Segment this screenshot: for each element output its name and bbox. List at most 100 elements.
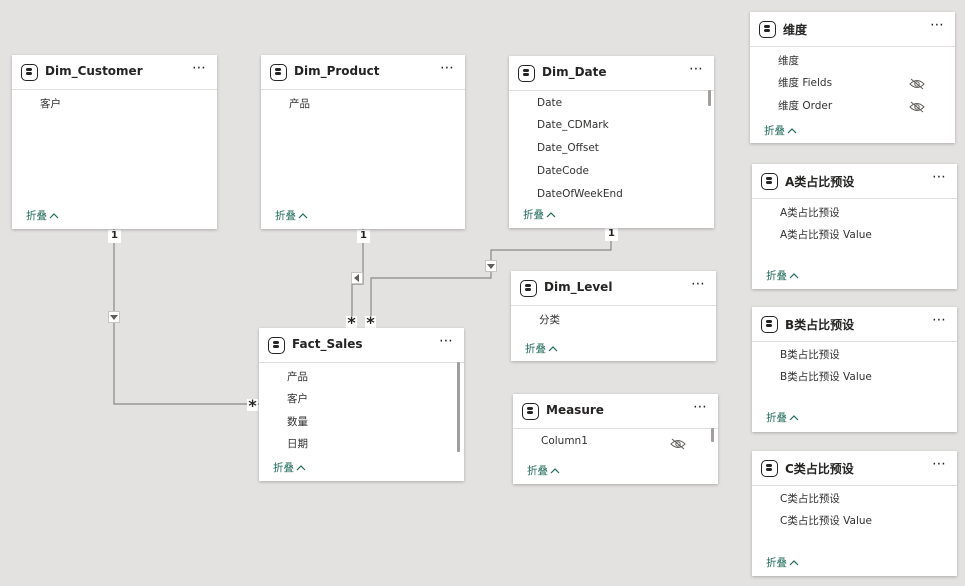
field-item[interactable]: 维度 Fields	[778, 75, 832, 90]
table-card-header[interactable]: Dim_Product ⋯	[261, 55, 465, 90]
collapse-button[interactable]: 折叠	[527, 463, 560, 478]
table-title: Dim_Customer	[45, 64, 143, 78]
collapse-button[interactable]: 折叠	[523, 207, 556, 222]
more-options-button[interactable]: ⋯	[932, 169, 947, 185]
table-title: A类占比预设	[785, 175, 855, 189]
table-card-header[interactable]: C类占比预设 ⋯	[752, 451, 957, 486]
collapse-button[interactable]: 折叠	[764, 123, 797, 138]
filter-direction-down-icon[interactable]	[485, 260, 497, 272]
collapse-button[interactable]: 折叠	[766, 555, 799, 570]
table-card-header[interactable]: Dim_Level ⋯	[511, 271, 716, 306]
cardinality-one-date: 1	[605, 228, 618, 241]
table-title: Dim_Level	[544, 280, 613, 294]
collapse-label: 折叠	[273, 462, 294, 474]
table-card-header[interactable]: B类占比预设 ⋯	[752, 307, 957, 342]
chevron-up-icon	[789, 557, 799, 569]
scrollbar[interactable]	[457, 362, 460, 452]
field-item[interactable]: 分类	[539, 312, 560, 327]
filter-direction-down-icon[interactable]	[108, 311, 120, 323]
table-card-dim-level[interactable]: Dim_Level ⋯ 分类 折叠	[511, 271, 716, 361]
table-card-dim-product[interactable]: Dim_Product ⋯ 产品 折叠	[261, 55, 465, 229]
more-options-button[interactable]: ⋯	[440, 60, 455, 76]
eye-hidden-icon[interactable]	[909, 98, 925, 113]
chevron-up-icon	[546, 209, 556, 221]
table-card-header[interactable]: Measure ⋯	[513, 394, 718, 429]
field-item[interactable]: C类占比预设	[780, 491, 840, 506]
model-canvas[interactable]: 1 1 1 * * * Dim_Customer ⋯ 客户 折叠 Dim_Pro…	[0, 0, 965, 586]
collapse-button[interactable]: 折叠	[766, 410, 799, 425]
field-item[interactable]: Date	[537, 97, 562, 109]
chevron-up-icon	[548, 343, 558, 355]
table-title: Measure	[546, 403, 604, 417]
scrollbar[interactable]	[711, 428, 714, 442]
field-item[interactable]: 日期	[287, 436, 308, 451]
cardinality-many-customer: *	[247, 399, 258, 411]
eye-hidden-icon[interactable]	[909, 75, 925, 90]
collapse-label: 折叠	[766, 412, 787, 424]
chevron-up-icon	[296, 462, 306, 474]
field-item[interactable]: 数量	[287, 414, 308, 429]
field-item[interactable]: DateOfWeekEnd	[537, 188, 623, 200]
more-options-button[interactable]: ⋯	[693, 399, 708, 415]
table-icon	[522, 403, 539, 420]
field-item[interactable]: B类占比预设	[780, 347, 840, 362]
table-card-header[interactable]: Fact_Sales ⋯	[259, 328, 464, 363]
collapse-label: 折叠	[764, 125, 785, 137]
more-options-button[interactable]: ⋯	[192, 60, 207, 76]
table-icon	[761, 316, 778, 333]
table-card-measure[interactable]: Measure ⋯ Column1 折叠	[513, 394, 718, 484]
field-item[interactable]: Date_CDMark	[537, 119, 609, 131]
field-item[interactable]: DateCode	[537, 165, 589, 177]
table-card-b-preset[interactable]: B类占比预设 ⋯ B类占比预设 B类占比预设 Value 折叠	[752, 307, 957, 432]
collapse-button[interactable]: 折叠	[766, 268, 799, 283]
table-card-header[interactable]: Dim_Customer ⋯	[12, 55, 217, 90]
chevron-up-icon	[789, 412, 799, 424]
field-item[interactable]: A类占比预设 Value	[780, 227, 872, 242]
table-icon	[520, 280, 537, 297]
more-options-button[interactable]: ⋯	[691, 276, 706, 292]
cardinality-one-customer: 1	[108, 230, 121, 243]
chevron-up-icon	[789, 270, 799, 282]
collapse-label: 折叠	[766, 557, 787, 569]
rel-customer-fact	[113, 229, 259, 405]
eye-hidden-icon[interactable]	[670, 435, 686, 450]
more-options-button[interactable]: ⋯	[932, 312, 947, 328]
field-item[interactable]: 客户	[40, 96, 61, 111]
more-options-button[interactable]: ⋯	[689, 61, 704, 77]
table-icon	[21, 64, 38, 81]
collapse-label: 折叠	[527, 465, 548, 477]
table-card-header[interactable]: 维度 ⋯	[750, 12, 955, 47]
field-item[interactable]: 客户	[287, 391, 308, 406]
field-item[interactable]: Column1	[541, 435, 588, 447]
table-card-fact-sales[interactable]: Fact_Sales ⋯ 产品 客户 数量 日期 折叠	[259, 328, 464, 481]
cardinality-many-product: *	[346, 316, 357, 328]
table-icon	[761, 173, 778, 190]
field-item[interactable]: 维度	[778, 53, 799, 68]
table-card-dim-customer[interactable]: Dim_Customer ⋯ 客户 折叠	[12, 55, 217, 229]
field-item[interactable]: 维度 Order	[778, 98, 832, 113]
filter-direction-left-icon[interactable]	[351, 272, 363, 284]
field-item[interactable]: 产品	[287, 369, 308, 384]
table-card-dim-date[interactable]: Dim_Date ⋯ Date Date_CDMark Date_Offset …	[509, 56, 714, 228]
table-icon	[759, 21, 776, 38]
field-item[interactable]: A类占比预设	[780, 205, 840, 220]
table-card-header[interactable]: A类占比预设 ⋯	[752, 164, 957, 199]
more-options-button[interactable]: ⋯	[439, 333, 454, 349]
table-title: 维度	[783, 23, 808, 37]
table-card-c-preset[interactable]: C类占比预设 ⋯ C类占比预设 C类占比预设 Value 折叠	[752, 451, 957, 576]
more-options-button[interactable]: ⋯	[930, 17, 945, 33]
chevron-up-icon	[49, 210, 59, 222]
scrollbar[interactable]	[708, 90, 711, 106]
more-options-button[interactable]: ⋯	[932, 456, 947, 472]
field-item[interactable]: Date_Offset	[537, 142, 599, 154]
table-card-a-preset[interactable]: A类占比预设 ⋯ A类占比预设 A类占比预设 Value 折叠	[752, 164, 957, 289]
collapse-button[interactable]: 折叠	[525, 341, 558, 356]
table-card-header[interactable]: Dim_Date ⋯	[509, 56, 714, 91]
table-card-weidu[interactable]: 维度 ⋯ 维度 维度 Fields 维度 Order 折叠	[750, 12, 955, 143]
collapse-button[interactable]: 折叠	[275, 208, 308, 223]
field-item[interactable]: 产品	[289, 96, 310, 111]
collapse-button[interactable]: 折叠	[273, 460, 306, 475]
field-item[interactable]: C类占比预设 Value	[780, 513, 872, 528]
field-item[interactable]: B类占比预设 Value	[780, 369, 872, 384]
collapse-button[interactable]: 折叠	[26, 208, 59, 223]
